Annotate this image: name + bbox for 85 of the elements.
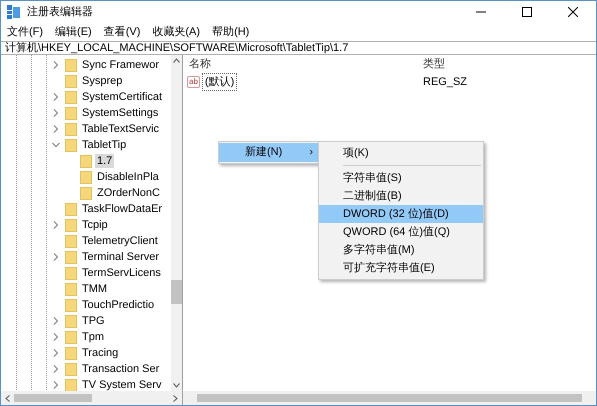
tree-item[interactable]: TaskFlowDataEr [80,202,164,216]
collapse-icon[interactable] [51,141,61,149]
tree-item[interactable]: TMM [80,282,110,296]
scroll-down-icon[interactable] [173,383,180,388]
scrollbar-thumb[interactable] [14,394,92,402]
folder-icon [65,234,77,248]
column-header[interactable]: 名称 [183,56,423,72]
folder-icon [65,138,77,152]
folder-icon [65,314,77,328]
expand-icon[interactable] [51,125,61,133]
folder-icon [65,90,77,104]
expand-icon[interactable] [51,61,61,69]
expand-icon[interactable] [51,349,61,357]
tree-item[interactable]: SystemCertificat [80,90,164,104]
tree-item[interactable]: TV System Serv [80,378,164,391]
folder-icon [65,218,77,232]
tree-item[interactable]: TermServLicens [80,266,163,280]
folder-icon [65,74,77,88]
expand-icon[interactable] [51,333,61,341]
scrollbar-thumb[interactable] [171,280,182,304]
string-value-icon: ab [187,76,200,88]
menu-item[interactable]: 项(K) [319,144,483,162]
tree-item[interactable]: DisableInPla [95,170,161,184]
close-icon[interactable] [568,7,578,17]
tree-item[interactable]: TableTextServic [80,122,162,136]
address-bar[interactable]: 计算机\HKEY_LOCAL_MACHINE\SOFTWARE\Microsoft\TabletTip\1.7 [1,41,596,55]
menu-item[interactable]: QWORD (64 位)值(Q) [319,223,483,241]
tree-item[interactable]: Tcpip [80,218,110,232]
menu-item[interactable]: 查看(V) [98,23,146,41]
menu-item[interactable]: 帮助(H) [206,23,256,41]
expand-icon[interactable] [51,221,61,229]
menu-item[interactable]: 收藏夹(A) [146,23,206,41]
folder-icon [65,106,77,120]
folder-icon [80,170,92,184]
folder-icon [65,250,77,264]
tree-item[interactable]: Tracing [80,346,120,360]
expand-icon[interactable] [51,317,61,325]
menu-item[interactable]: DWORD (32 位)值(D) [319,205,483,223]
folder-icon [65,378,77,391]
expand-icon[interactable] [51,253,61,261]
tree-item[interactable]: SystemSettings [80,106,160,120]
folder-icon [80,154,92,168]
tree-item[interactable]: Sysprep [80,74,124,88]
submenu-arrow-icon: › [309,144,313,161]
tree-item[interactable]: TelemetryClient [80,234,160,248]
scrollbar-thumb[interactable] [197,394,582,402]
menu-item[interactable]: 编辑(E) [49,23,98,41]
menu-item[interactable]: 二进制值(B) [319,187,483,205]
value-type: REG_SZ [423,74,468,90]
column-header[interactable]: 类型 [423,56,445,72]
scroll-right-icon[interactable] [173,394,178,402]
tree-item[interactable]: Terminal Server [80,250,162,264]
tree-item[interactable]: Transaction Ser [80,362,162,376]
folder-icon [65,122,77,136]
tree-item[interactable]: TabletTip [80,138,128,152]
menu-item[interactable]: 可扩充字符串值(E) [319,259,483,277]
tree-item[interactable]: Tpm [80,330,106,344]
tree-item[interactable]: ZOrderNonC [95,186,162,200]
maximize-icon[interactable] [522,7,532,17]
folder-icon [65,298,77,312]
folder-icon [65,202,77,216]
window-title: 注册表编辑器 [27,4,93,20]
value-name[interactable]: (默认) [202,72,238,92]
menu-item[interactable]: 多字符串值(M) [319,241,483,259]
expand-icon[interactable] [51,365,61,373]
tree-item[interactable]: TPG [80,314,107,328]
folder-icon [65,362,77,376]
expand-icon[interactable] [51,381,61,389]
folder-icon [65,346,77,360]
folder-icon [65,58,77,72]
folder-icon [80,186,92,200]
registry-icon [7,5,21,19]
scroll-up-icon[interactable] [173,58,180,63]
tree-item[interactable]: TouchPredictio [80,298,156,312]
menu-item[interactable]: 字符串值(S) [319,169,483,187]
menu-item[interactable]: 文件(F) [1,23,50,41]
scroll-left-icon[interactable] [5,394,10,402]
tree-item[interactable]: 1.7 [95,154,114,168]
expand-icon[interactable] [51,93,61,101]
folder-icon [65,282,77,296]
folder-icon [65,330,77,344]
tree-item[interactable]: Sync Framewor [80,58,162,72]
menu-item[interactable]: 新建(N) › [219,143,321,162]
folder-icon [65,266,77,280]
expand-icon[interactable] [51,109,61,117]
